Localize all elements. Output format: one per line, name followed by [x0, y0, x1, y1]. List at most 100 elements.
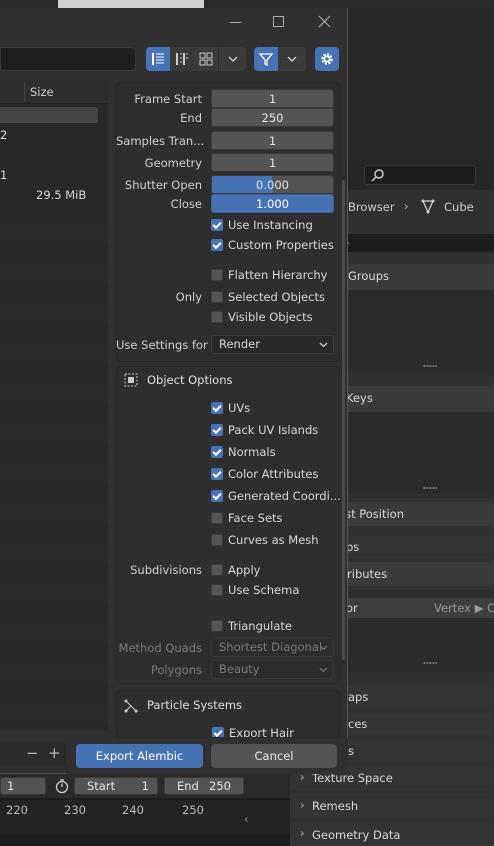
search-field[interactable]	[364, 165, 476, 185]
file-row-name[interactable]: 1	[0, 168, 7, 182]
close-slider[interactable]: 1.000	[211, 194, 334, 213]
checkbox-box[interactable]	[211, 512, 223, 524]
use-instancing-checkbox[interactable]: Use Instancing	[211, 215, 313, 235]
panel-rest-position[interactable]: est Position	[338, 502, 494, 526]
minimize-button[interactable]	[228, 14, 242, 28]
panel-s[interactable]: s	[338, 740, 494, 762]
export-hair-checkbox[interactable]: Export Hair	[212, 723, 294, 737]
panel-uv-maps[interactable]: ps	[338, 536, 494, 558]
custom-properties-checkbox[interactable]: Custom Properties	[211, 235, 334, 255]
view-dropdown-button[interactable]	[218, 47, 246, 71]
panel-geometry-data[interactable]: › Geometry Data	[290, 822, 494, 846]
minimize-icon	[230, 22, 241, 23]
panel-vertex-groups[interactable]: Groups	[338, 264, 494, 290]
only-label: Only	[175, 290, 202, 304]
zoom-in-button[interactable]: +	[48, 744, 61, 762]
chevron-left-icon[interactable]: ‹	[244, 812, 249, 826]
checkbox-box[interactable]	[212, 727, 224, 737]
checkbox-box[interactable]	[211, 219, 223, 231]
checkbox-box[interactable]	[211, 468, 223, 480]
panel-aps[interactable]: aps	[338, 686, 494, 708]
filter-toggle-button[interactable]	[254, 47, 278, 71]
resize-handle[interactable]	[423, 661, 437, 665]
triangulate-checkbox[interactable]: Triangulate	[211, 616, 292, 636]
method-quads-dropdown[interactable]: Shortest Diagonal	[211, 638, 334, 657]
vertical-list-view-button[interactable]	[146, 47, 170, 71]
geometry-samples-field[interactable]: 1	[211, 153, 334, 172]
name-field[interactable]: e	[338, 234, 494, 252]
current-frame-field[interactable]: 1	[0, 777, 46, 795]
use-schema-checkbox[interactable]: Use Schema	[211, 580, 299, 600]
breadcrumb-cube[interactable]: Cube	[444, 200, 474, 214]
checkbox-box[interactable]	[211, 311, 223, 323]
pack-uv-checkbox[interactable]: Pack UV Islands	[211, 420, 318, 440]
generated-coords-checkbox[interactable]: Generated Coordi...	[211, 486, 341, 506]
panel-shape-keys[interactable]: Keys	[338, 386, 494, 412]
file-row-name[interactable]: 2	[0, 128, 7, 142]
maximize-button[interactable]	[272, 14, 286, 28]
flatten-hierarchy-checkbox[interactable]: Flatten Hierarchy	[211, 265, 327, 285]
object-options-title[interactable]: Object Options	[147, 373, 232, 387]
frame-start-field[interactable]: 1	[211, 89, 334, 108]
panel-ces[interactable]: ces	[338, 713, 494, 735]
checkbox-box[interactable]	[211, 620, 223, 632]
curves-as-mesh-checkbox[interactable]: Curves as Mesh	[211, 530, 319, 550]
columns-icon	[176, 53, 188, 65]
viewport-image	[58, 0, 204, 8]
maximize-icon	[273, 16, 284, 27]
panel-vertex-groups-body	[338, 290, 494, 372]
selected-objects-checkbox[interactable]: Selected Objects	[211, 287, 325, 307]
uvs-checkbox[interactable]: UVs	[211, 398, 250, 418]
shutter-open-slider[interactable]: 0.000	[211, 175, 334, 194]
zoom-out-button[interactable]: −	[26, 744, 39, 762]
export-alembic-button[interactable]: Export Alembic	[76, 744, 203, 768]
resize-handle[interactable]	[423, 486, 437, 490]
panel-remesh[interactable]: › Remesh	[290, 794, 494, 818]
settings-gear-button[interactable]	[315, 47, 339, 71]
polygons-dropdown[interactable]: Beauty	[211, 660, 334, 679]
cancel-button[interactable]: Cancel	[211, 744, 337, 768]
file-path-field[interactable]	[0, 47, 136, 71]
checkbox-box[interactable]	[211, 269, 223, 281]
resize-handle[interactable]	[423, 364, 437, 368]
particle-systems-title[interactable]: Particle Systems	[147, 698, 242, 712]
end-field[interactable]: 250	[211, 108, 334, 127]
column-size-header[interactable]: Size	[30, 85, 54, 99]
visible-objects-checkbox[interactable]: Visible Objects	[211, 307, 313, 327]
checkbox-box[interactable]	[211, 564, 223, 576]
color-attribute-row[interactable]: or Vertex ▶ Co	[338, 598, 494, 618]
file-row-size[interactable]: 29.5 MiB	[36, 188, 86, 202]
checkbox-box[interactable]	[211, 490, 223, 502]
horizontal-list-view-button[interactable]	[170, 47, 194, 71]
start-frame-field[interactable]: Start 1	[74, 777, 158, 795]
checkbox-box[interactable]	[211, 291, 223, 303]
stopwatch-icon[interactable]	[54, 778, 70, 794]
close-icon[interactable]	[318, 15, 331, 28]
polygons-label: Polygons	[150, 663, 202, 677]
panel-color-attributes[interactable]: ttributes	[338, 562, 494, 586]
subdivisions-label: Subdivisions	[130, 563, 202, 577]
end-frame-field[interactable]: End 250	[164, 777, 244, 795]
gear-icon	[321, 53, 333, 65]
checkbox-box[interactable]	[211, 402, 223, 414]
samples-transform-field[interactable]: 1	[211, 131, 334, 150]
file-row-selected[interactable]	[0, 107, 98, 123]
chevron-right-icon: ›	[300, 826, 305, 840]
checkbox-box[interactable]	[211, 446, 223, 458]
color-attributes-checkbox[interactable]: Color Attributes	[211, 464, 318, 484]
checkbox-box[interactable]	[211, 239, 223, 251]
checkbox-box[interactable]	[211, 534, 223, 546]
thumbnail-view-button[interactable]	[194, 47, 218, 71]
checkbox-box[interactable]	[211, 584, 223, 596]
sidebar-scrollbar[interactable]	[342, 180, 345, 660]
breadcrumb-browser[interactable]: Browser	[348, 200, 395, 214]
apply-subdiv-checkbox[interactable]: Apply	[211, 560, 260, 580]
frame-start-label: Frame Start	[134, 92, 202, 106]
file-list-header	[0, 80, 108, 104]
normals-checkbox[interactable]: Normals	[211, 442, 276, 462]
column-divider[interactable]	[24, 82, 25, 102]
face-sets-checkbox[interactable]: Face Sets	[211, 508, 283, 528]
use-settings-dropdown[interactable]: Render	[211, 335, 334, 354]
filter-dropdown-button[interactable]	[278, 47, 306, 71]
checkbox-box[interactable]	[211, 424, 223, 436]
